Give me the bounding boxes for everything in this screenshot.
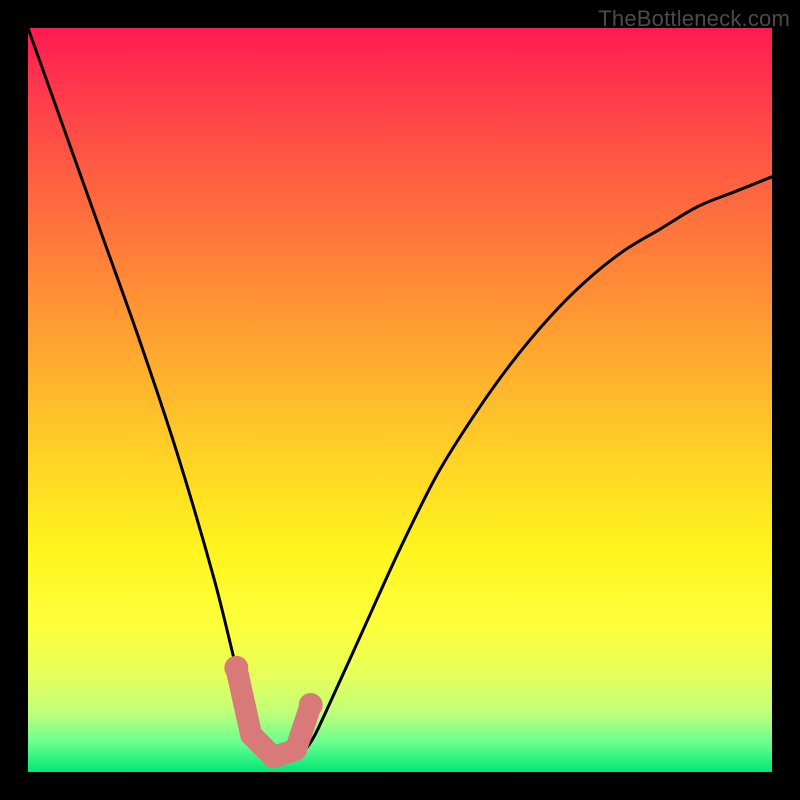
marker-left-shoulder (224, 656, 248, 680)
marker-valley-left (240, 724, 262, 746)
marker-right-shoulder (299, 693, 323, 717)
plot-area (28, 28, 772, 772)
valley-markers (224, 656, 322, 768)
marker-valley-bottom (263, 746, 285, 768)
curve-path (28, 28, 772, 759)
marker-valley-right (285, 739, 307, 761)
bottleneck-curve (28, 28, 772, 772)
chart-frame: TheBottleneck.com (0, 0, 800, 800)
